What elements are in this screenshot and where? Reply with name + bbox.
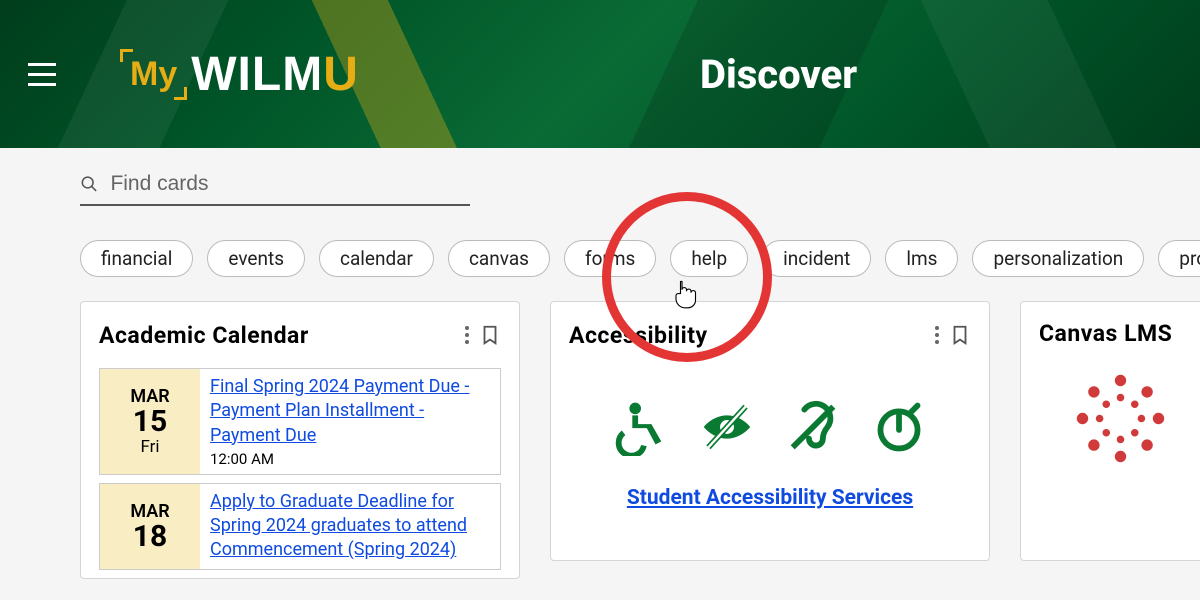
filter-chips: financial events calendar canvas forms h… [0,210,1200,301]
hearing-impaired-icon [784,398,842,456]
chip-forms[interactable]: forms [564,240,656,277]
chip-lms[interactable]: lms [885,240,958,277]
low-vision-icon [698,398,756,456]
card-title: Academic Calendar [99,322,455,349]
logo-my: My [124,53,183,96]
wheelchair-icon [612,398,670,456]
app-header: My WILMU Discover [0,0,1200,148]
search-row [0,148,1200,210]
search-input[interactable] [110,172,470,196]
calendar-event: MAR 15 Fri Final Spring 2024 Payment Due… [99,368,501,475]
card-accessibility: Accessibility Student Accessibility Serv… [550,301,990,561]
accessibility-icons [569,368,971,486]
accessibility-link[interactable]: Student Accessibility Services [569,486,971,510]
bookmark-icon[interactable] [949,322,971,348]
chip-events[interactable]: events [207,240,305,277]
page-title: Discover [700,51,857,98]
event-dow: Fri [140,437,159,457]
menu-icon[interactable] [20,52,64,96]
event-day: 18 [133,522,167,552]
chip-canvas[interactable]: canvas [448,240,550,277]
more-icon[interactable] [455,320,479,350]
more-icon[interactable] [925,320,949,350]
logo-u: U [323,48,358,101]
cards-row: Academic Calendar MAR 15 Fri Final Sprin… [0,301,1200,579]
chip-personalization[interactable]: personalization [972,240,1144,277]
event-date: MAR 18 [100,484,200,569]
timer-icon [870,398,928,456]
calendar-event: MAR 18 Apply to Graduate Deadline for Sp… [99,483,501,570]
card-title: Canvas LMS [1039,320,1200,347]
logo-wilm: WILM [191,48,323,101]
event-link[interactable]: Apply to Graduate Deadline for Spring 20… [210,491,467,561]
canvas-logo-icon [1073,371,1168,466]
chip-programs[interactable]: programs [1158,240,1200,277]
search-icon [80,174,98,194]
event-link[interactable]: Final Spring 2024 Payment Due - Payment … [210,376,469,446]
event-day: 15 [133,407,167,437]
chip-incident[interactable]: incident [762,240,871,277]
chip-calendar[interactable]: calendar [319,240,434,277]
chip-financial[interactable]: financial [80,240,193,277]
card-academic-calendar: Academic Calendar MAR 15 Fri Final Sprin… [80,301,520,579]
event-date: MAR 15 Fri [100,369,200,474]
site-logo[interactable]: My WILMU [124,47,358,102]
bookmark-icon[interactable] [479,322,501,348]
chip-help[interactable]: help [670,240,748,277]
card-title: Accessibility [569,322,925,349]
card-canvas-lms: Canvas LMS [1020,301,1200,561]
search-box[interactable] [80,168,470,206]
event-time: 12:00 AM [210,450,490,468]
